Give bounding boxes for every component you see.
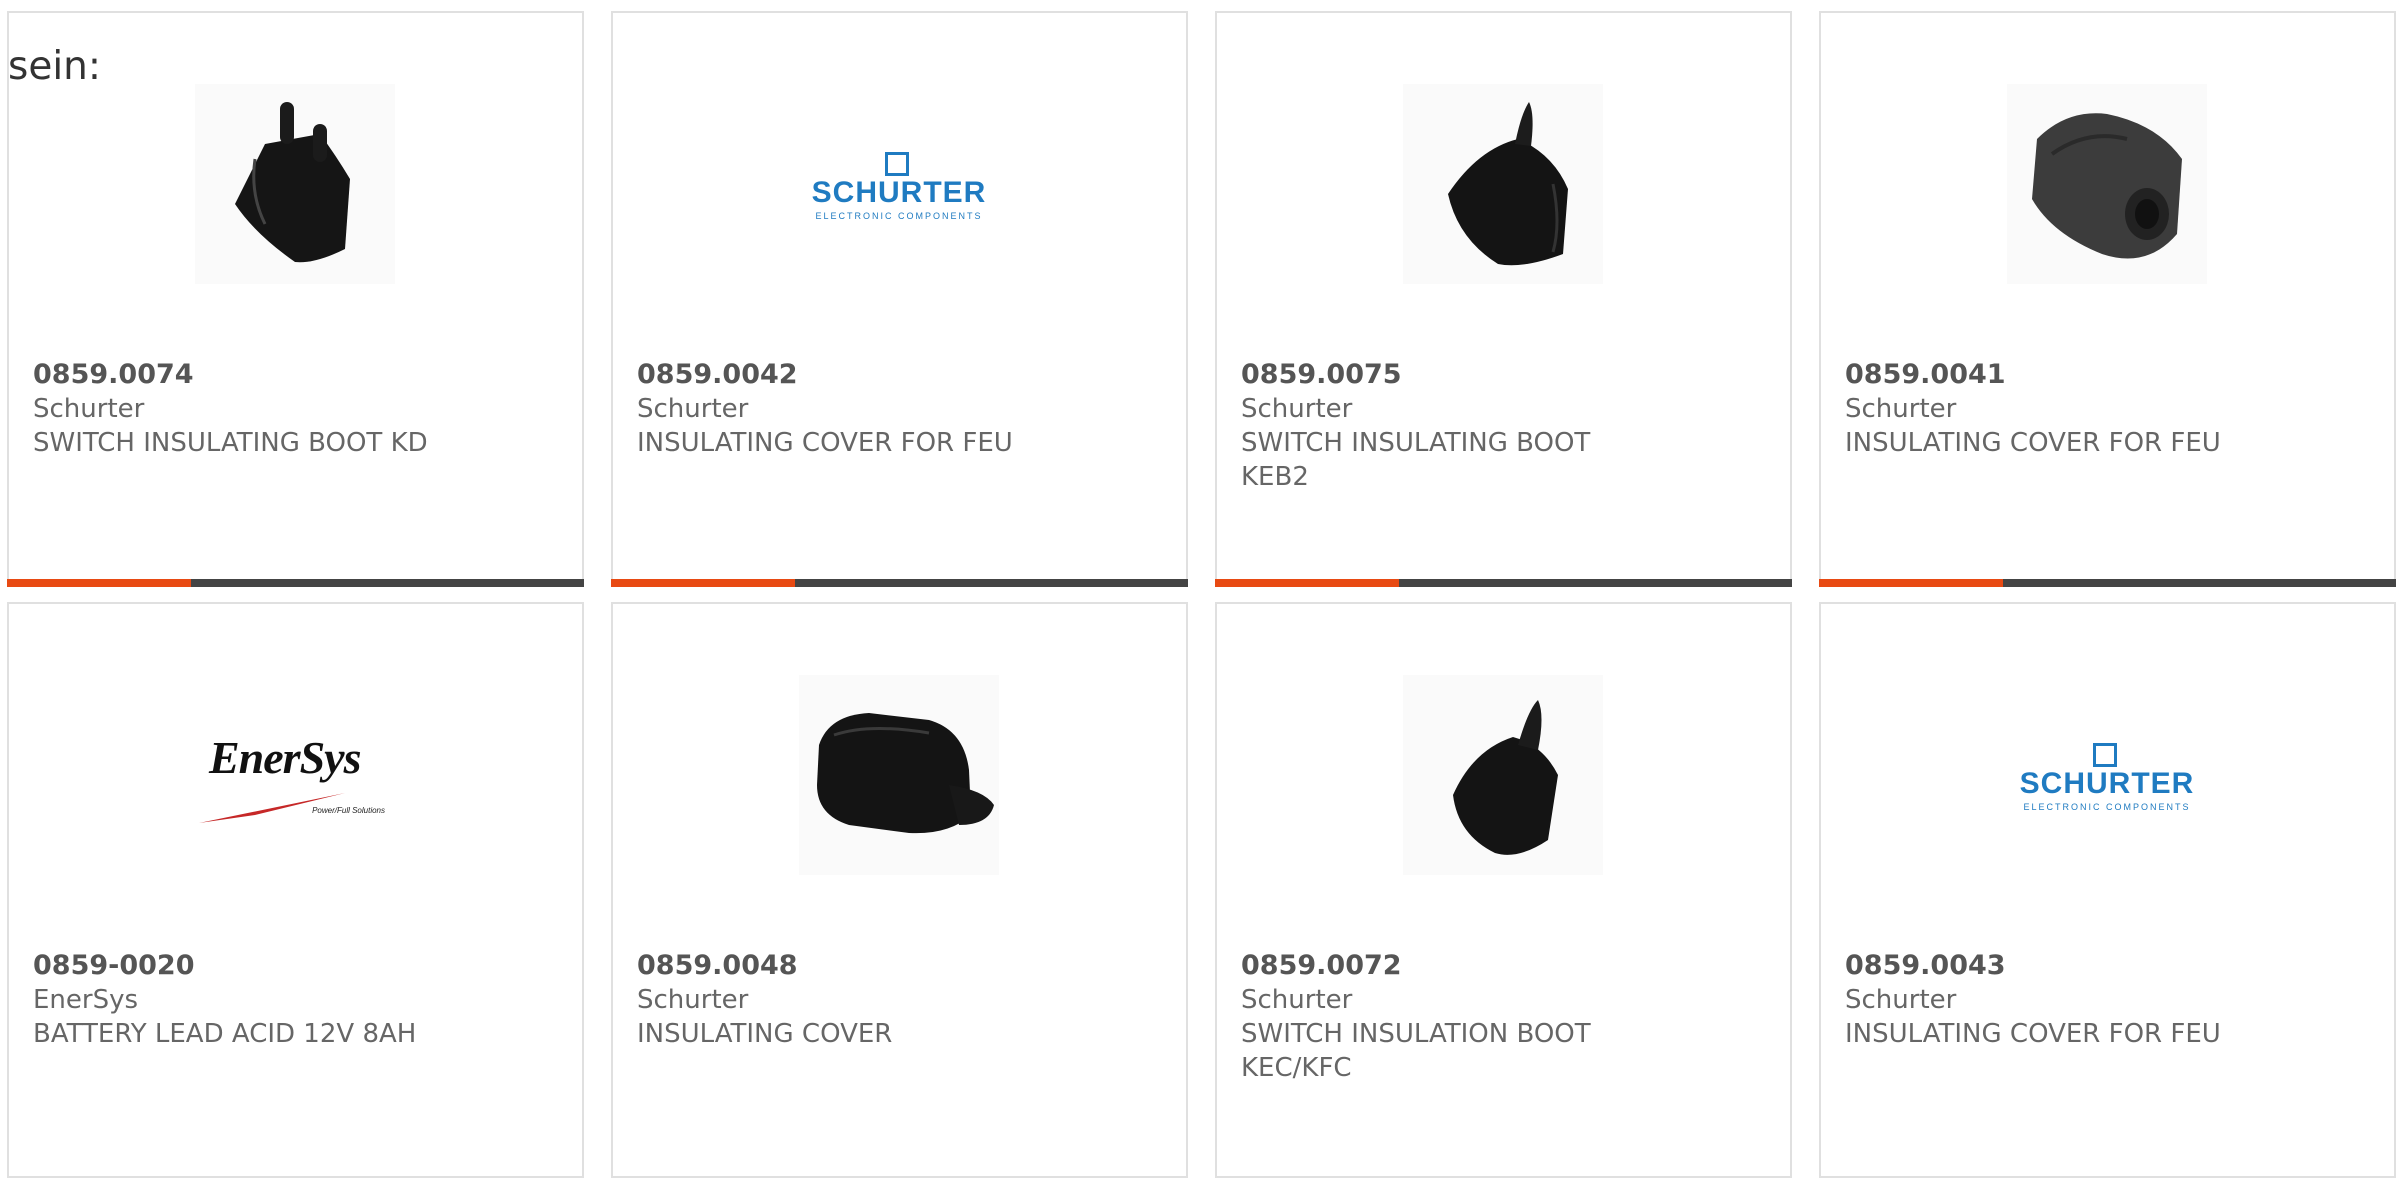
description: INSULATING COVER FOR FEU <box>637 428 1013 458</box>
product-card[interactable]: 0859.0041 Schurter INSULATING COVER FOR … <box>1819 11 2396 587</box>
boot-keb2-image <box>1403 84 1603 284</box>
manufacturer: Schurter <box>637 394 749 424</box>
product-image[interactable]: SCHURTER ELECTRONIC COMPONENTS <box>799 84 999 284</box>
manufacturer: Schurter <box>1845 394 1957 424</box>
boot-kec-image <box>1403 675 1603 875</box>
product-info: 0859.0042 Schurter INSULATING COVER FOR … <box>637 358 1162 460</box>
manufacturer: Schurter <box>637 985 749 1015</box>
product-info: 0859-0020 EnerSys BATTERY LEAD ACID 12V … <box>33 949 558 1051</box>
part-number[interactable]: 0859-0020 <box>33 949 558 983</box>
manufacturer: Schurter <box>1845 985 1957 1015</box>
schurter-logo: SCHURTER ELECTRONIC COMPONENTS <box>2007 739 2207 812</box>
product-image[interactable] <box>799 675 999 875</box>
product-image[interactable] <box>195 84 395 284</box>
part-number[interactable]: 0859.0075 <box>1241 358 1766 392</box>
product-image[interactable] <box>2007 84 2207 284</box>
product-info: 0859.0074 Schurter SWITCH INSULATING BOO… <box>33 358 558 460</box>
card-bar <box>7 579 584 587</box>
product-info: 0859.0041 Schurter INSULATING COVER FOR … <box>1845 358 2370 460</box>
part-number[interactable]: 0859.0042 <box>637 358 1162 392</box>
product-info: 0859.0048 Schurter INSULATING COVER <box>637 949 1162 1051</box>
manufacturer: EnerSys <box>33 985 139 1015</box>
cover-image <box>799 675 999 875</box>
part-number[interactable]: 0859.0041 <box>1845 358 2370 392</box>
description: INSULATING COVER <box>637 1019 893 1049</box>
product-grid: 0859.0074 Schurter SWITCH INSULATING BOO… <box>0 0 2400 1178</box>
description: SWITCH INSULATION BOOT KEC/KFC <box>1241 1019 1591 1083</box>
manufacturer: Schurter <box>1241 394 1353 424</box>
schurter-logo: SCHURTER ELECTRONIC COMPONENTS <box>799 148 999 221</box>
manufacturer: Schurter <box>1241 985 1353 1015</box>
card-bar <box>1215 579 1792 587</box>
product-info: 0859.0075 Schurter SWITCH INSULATING BOO… <box>1241 358 1766 494</box>
card-bar <box>1819 579 2396 587</box>
enersys-logo: EnerSys Power/Full Solutions <box>195 725 395 825</box>
boot-kd-image <box>195 84 395 284</box>
description: SWITCH INSULATING BOOT KEB2 <box>1241 428 1591 492</box>
product-info: 0859.0072 Schurter SWITCH INSULATION BOO… <box>1241 949 1766 1085</box>
product-card[interactable]: 0859.0072 Schurter SWITCH INSULATION BOO… <box>1215 602 1792 1178</box>
product-card[interactable]: SCHURTER ELECTRONIC COMPONENTS 0859.0042… <box>611 11 1188 587</box>
product-card[interactable]: 0859.0075 Schurter SWITCH INSULATING BOO… <box>1215 11 1792 587</box>
part-number[interactable]: 0859.0048 <box>637 949 1162 983</box>
manufacturer: Schurter <box>33 394 145 424</box>
product-image[interactable] <box>1403 84 1603 284</box>
product-card[interactable]: EnerSys Power/Full Solutions 0859-0020 E… <box>7 602 584 1178</box>
product-card[interactable]: 0859.0048 Schurter INSULATING COVER <box>611 602 1188 1178</box>
description: INSULATING COVER FOR FEU <box>1845 1019 2221 1049</box>
product-image[interactable]: SCHURTER ELECTRONIC COMPONENTS <box>2007 675 2207 875</box>
card-bar <box>611 579 1188 587</box>
product-info: 0859.0043 Schurter INSULATING COVER FOR … <box>1845 949 2370 1051</box>
intro-text: sein: <box>8 44 102 89</box>
cover-feu-image <box>2007 84 2207 284</box>
description: SWITCH INSULATING BOOT KD <box>33 428 428 458</box>
part-number[interactable]: 0859.0043 <box>1845 949 2370 983</box>
product-card[interactable]: SCHURTER ELECTRONIC COMPONENTS 0859.0043… <box>1819 602 2396 1178</box>
description: INSULATING COVER FOR FEU <box>1845 428 2221 458</box>
product-card[interactable]: 0859.0074 Schurter SWITCH INSULATING BOO… <box>7 11 584 587</box>
description: BATTERY LEAD ACID 12V 8AH <box>33 1019 417 1049</box>
part-number[interactable]: 0859.0072 <box>1241 949 1766 983</box>
product-image[interactable] <box>1403 675 1603 875</box>
part-number[interactable]: 0859.0074 <box>33 358 558 392</box>
product-image[interactable]: EnerSys Power/Full Solutions <box>195 675 395 875</box>
